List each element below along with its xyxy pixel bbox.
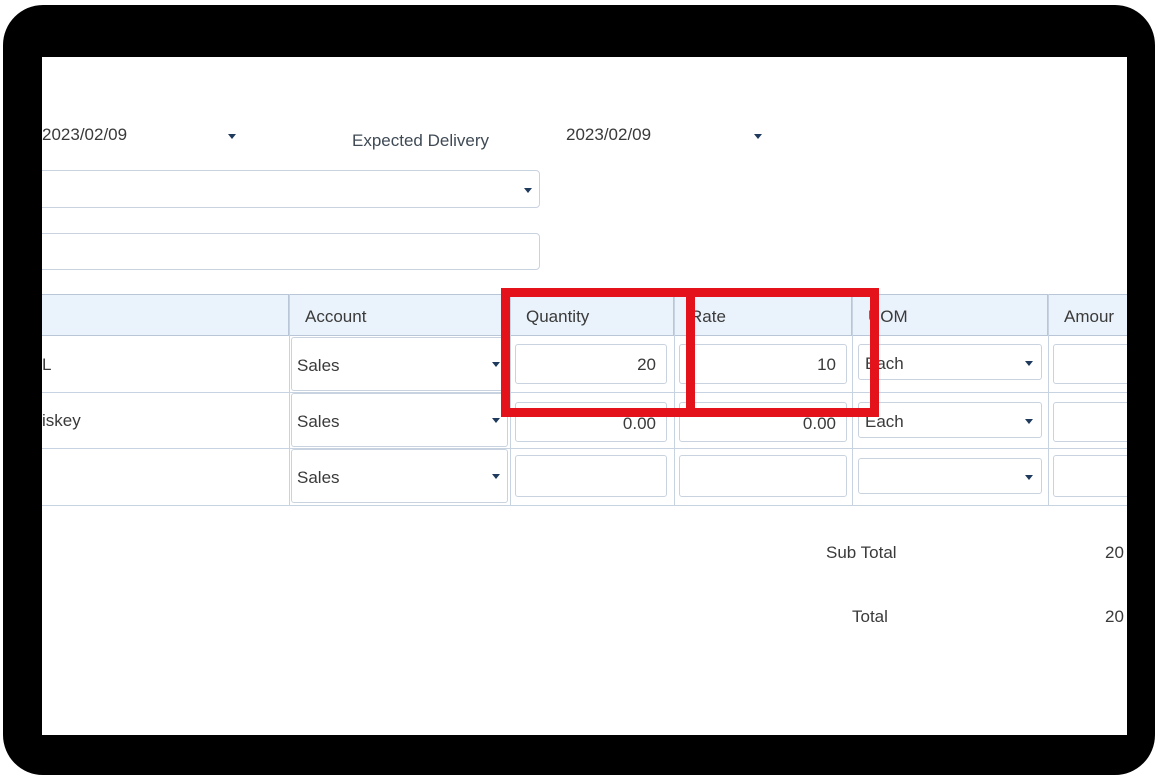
row3-uom-select[interactable] — [858, 458, 1042, 494]
col-header-uom: UOM — [852, 294, 1048, 336]
row3-account-select[interactable]: Sales — [291, 449, 508, 503]
memo-input[interactable] — [42, 233, 540, 270]
rate-highlight-box — [686, 288, 879, 417]
row1-item: L — [42, 355, 52, 374]
order-date-value: 2023/02/09 — [42, 125, 128, 144]
row1-account-dropdown-icon — [492, 362, 500, 367]
row2-account-select[interactable]: Sales — [291, 393, 508, 447]
row1-amount-input[interactable] — [1053, 344, 1127, 384]
row-divider — [42, 505, 1127, 506]
row1-uom-dropdown-icon — [1025, 361, 1033, 366]
subtotal-label: Sub Total — [826, 543, 897, 562]
row3-quantity-input[interactable] — [515, 455, 667, 497]
col-header-account: Account — [289, 294, 510, 336]
row-divider — [42, 448, 1127, 449]
total-label: Total — [852, 607, 888, 626]
app-screen: 2023/02/09 Expected Delivery 2023/02/09 … — [42, 57, 1127, 735]
row2-amount-input[interactable] — [1053, 402, 1127, 442]
row1-uom-select[interactable]: Each — [858, 344, 1042, 380]
subtotal-value: 20 — [1105, 543, 1124, 562]
row1-account-value: Sales — [297, 356, 340, 375]
quantity-highlight-box — [501, 288, 695, 417]
row2-item: iskey — [42, 411, 81, 430]
row3-rate-input[interactable] — [679, 455, 847, 497]
row2-account-value: Sales — [297, 412, 340, 431]
row2-uom-dropdown-icon — [1025, 419, 1033, 424]
col-header-amount: Amour — [1048, 294, 1127, 336]
order-date-dropdown-icon[interactable] — [228, 134, 236, 139]
row3-amount-input[interactable] — [1053, 455, 1127, 497]
col-divider — [1048, 294, 1049, 506]
expected-delivery-value: 2023/02/09 — [566, 125, 652, 144]
row2-account-dropdown-icon — [492, 418, 500, 423]
vendor-select[interactable] — [42, 170, 540, 208]
total-value: 20 — [1105, 607, 1124, 626]
row3-account-dropdown-icon — [492, 474, 500, 479]
row3-account-value: Sales — [297, 468, 340, 487]
vendor-select-dropdown-icon — [524, 188, 532, 193]
row2-uom-select[interactable]: Each — [858, 402, 1042, 438]
col-header-item — [42, 294, 289, 336]
expected-delivery-dropdown-icon[interactable] — [754, 134, 762, 139]
row3-uom-dropdown-icon — [1025, 475, 1033, 480]
col-divider — [289, 294, 290, 506]
expected-delivery-label: Expected Delivery — [352, 131, 490, 150]
row1-account-select[interactable]: Sales — [291, 337, 508, 391]
device-bezel: 2023/02/09 Expected Delivery 2023/02/09 … — [3, 5, 1155, 775]
